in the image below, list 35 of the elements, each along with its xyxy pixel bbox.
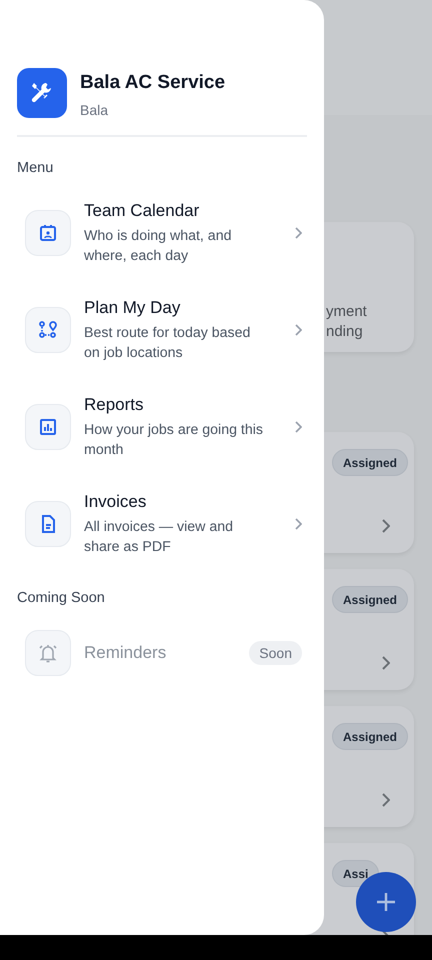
chevron-right-icon <box>381 793 390 807</box>
summary-label: yment <box>326 302 368 322</box>
section-heading: Coming Soon <box>16 589 106 606</box>
menu-item[interactable]: Team Calendar Who is doing what, and where, each day <box>0 200 324 266</box>
route-icon <box>37 319 59 341</box>
status-badge: Assigned <box>332 586 408 613</box>
plus-icon <box>376 892 396 912</box>
soon-badge: Soon <box>249 641 302 665</box>
menu-item-description: All invoices — view and share as PDF <box>84 518 234 557</box>
menu-item[interactable]: Plan My Day Best route for today based on job locations <box>0 297 324 363</box>
owner-name: Bala <box>80 102 110 118</box>
chevron-right-icon <box>294 227 302 239</box>
menu-item-title: Reports <box>84 394 145 416</box>
section-heading: Menu <box>16 159 54 176</box>
chevron-right-icon <box>381 656 390 670</box>
bell-icon <box>37 642 59 664</box>
status-badge: Assigned <box>332 723 408 750</box>
chevron-right-icon <box>294 324 302 336</box>
menu-item-title: Plan My Day <box>84 297 182 319</box>
chevron-right-icon <box>381 519 390 533</box>
business-name: Bala AC Service <box>80 72 226 94</box>
bar-chart-icon <box>38 417 58 437</box>
status-badge: Assigned <box>332 449 408 476</box>
menu-item-title: Invoices <box>84 491 148 513</box>
menu-item-title: Team Calendar <box>84 200 200 222</box>
menu-item-description: How your jobs are going this month <box>84 421 264 460</box>
chevron-right-icon <box>294 518 302 530</box>
menu-item-description: Best route for today based on job locations <box>84 324 252 363</box>
summary-label: nding <box>326 322 364 342</box>
menu-item-description: Who is doing what, and where, each day <box>84 227 232 266</box>
menu-item[interactable]: Invoices All invoices — view and share as PDF <box>0 491 324 557</box>
calendar-icon <box>38 223 58 243</box>
menu-item-title: Reminders <box>84 642 168 664</box>
menu-item[interactable]: Reports How your jobs are going this month <box>0 394 324 460</box>
chevron-right-icon <box>294 421 302 433</box>
